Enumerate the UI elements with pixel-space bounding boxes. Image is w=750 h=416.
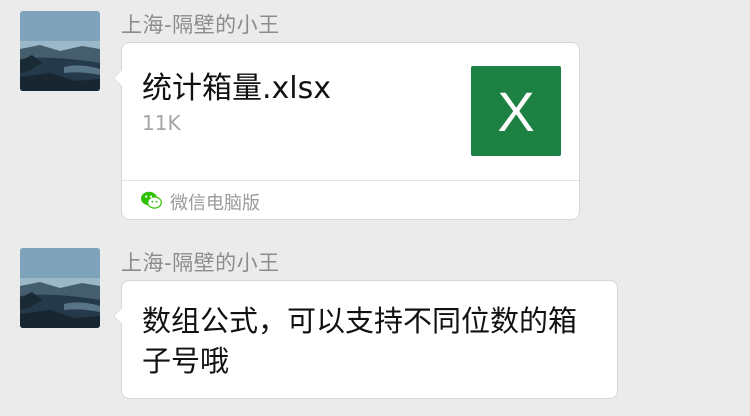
card-footer: 微信电脑版 — [122, 180, 579, 220]
file-size: 11K — [142, 111, 181, 135]
excel-file-icon: X — [471, 66, 561, 156]
sender-name: 上海-隔壁的小王 — [121, 13, 280, 37]
avatar[interactable] — [20, 248, 100, 328]
source-label: 微信电脑版 — [170, 193, 260, 214]
wechat-icon — [141, 191, 162, 209]
text-bubble[interactable]: 数组公式，可以支持不同位数的箱子号哦 — [113, 280, 618, 399]
excel-icon-letter: X — [497, 79, 535, 143]
file-card[interactable]: 统计箱量.xlsx 11K X 微信电脑版 — [113, 42, 580, 220]
sender-name: 上海-隔壁的小王 — [121, 251, 280, 275]
avatar[interactable] — [20, 11, 100, 91]
message-text-content: 数组公式，可以支持不同位数的箱子号哦 — [142, 304, 578, 378]
file-name: 统计箱量.xlsx — [142, 71, 332, 106]
